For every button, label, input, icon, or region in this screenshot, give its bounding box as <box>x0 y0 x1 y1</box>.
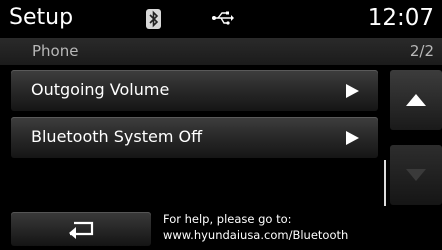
clock: 12:07 <box>367 5 434 31</box>
menu-item-label: Bluetooth System Off <box>31 127 203 146</box>
arrow-right-icon <box>346 84 359 98</box>
arrow-down-icon <box>406 169 426 181</box>
back-button[interactable] <box>11 212 151 246</box>
return-arrow-icon <box>69 221 94 239</box>
help-url: www.hyundaiusa.com/Bluetooth <box>163 228 349 242</box>
page-indicator: 2/2 <box>409 42 434 60</box>
scroll-up-button[interactable] <box>390 70 442 130</box>
usb-icon <box>212 11 234 25</box>
menu-item-bluetooth-system-off[interactable]: Bluetooth System Off <box>11 117 378 158</box>
section-title: Phone <box>32 42 79 60</box>
help-text: For help, please go to: <box>163 212 292 226</box>
screen-title: Setup <box>9 5 74 30</box>
arrow-right-icon <box>346 131 359 145</box>
scroll-down-button[interactable] <box>390 145 442 205</box>
scrollbar[interactable] <box>384 160 386 206</box>
menu-item-outgoing-volume[interactable]: Outgoing Volume <box>11 70 378 111</box>
bluetooth-icon <box>146 9 161 29</box>
arrow-up-icon <box>406 94 426 106</box>
menu-item-label: Outgoing Volume <box>31 80 170 99</box>
